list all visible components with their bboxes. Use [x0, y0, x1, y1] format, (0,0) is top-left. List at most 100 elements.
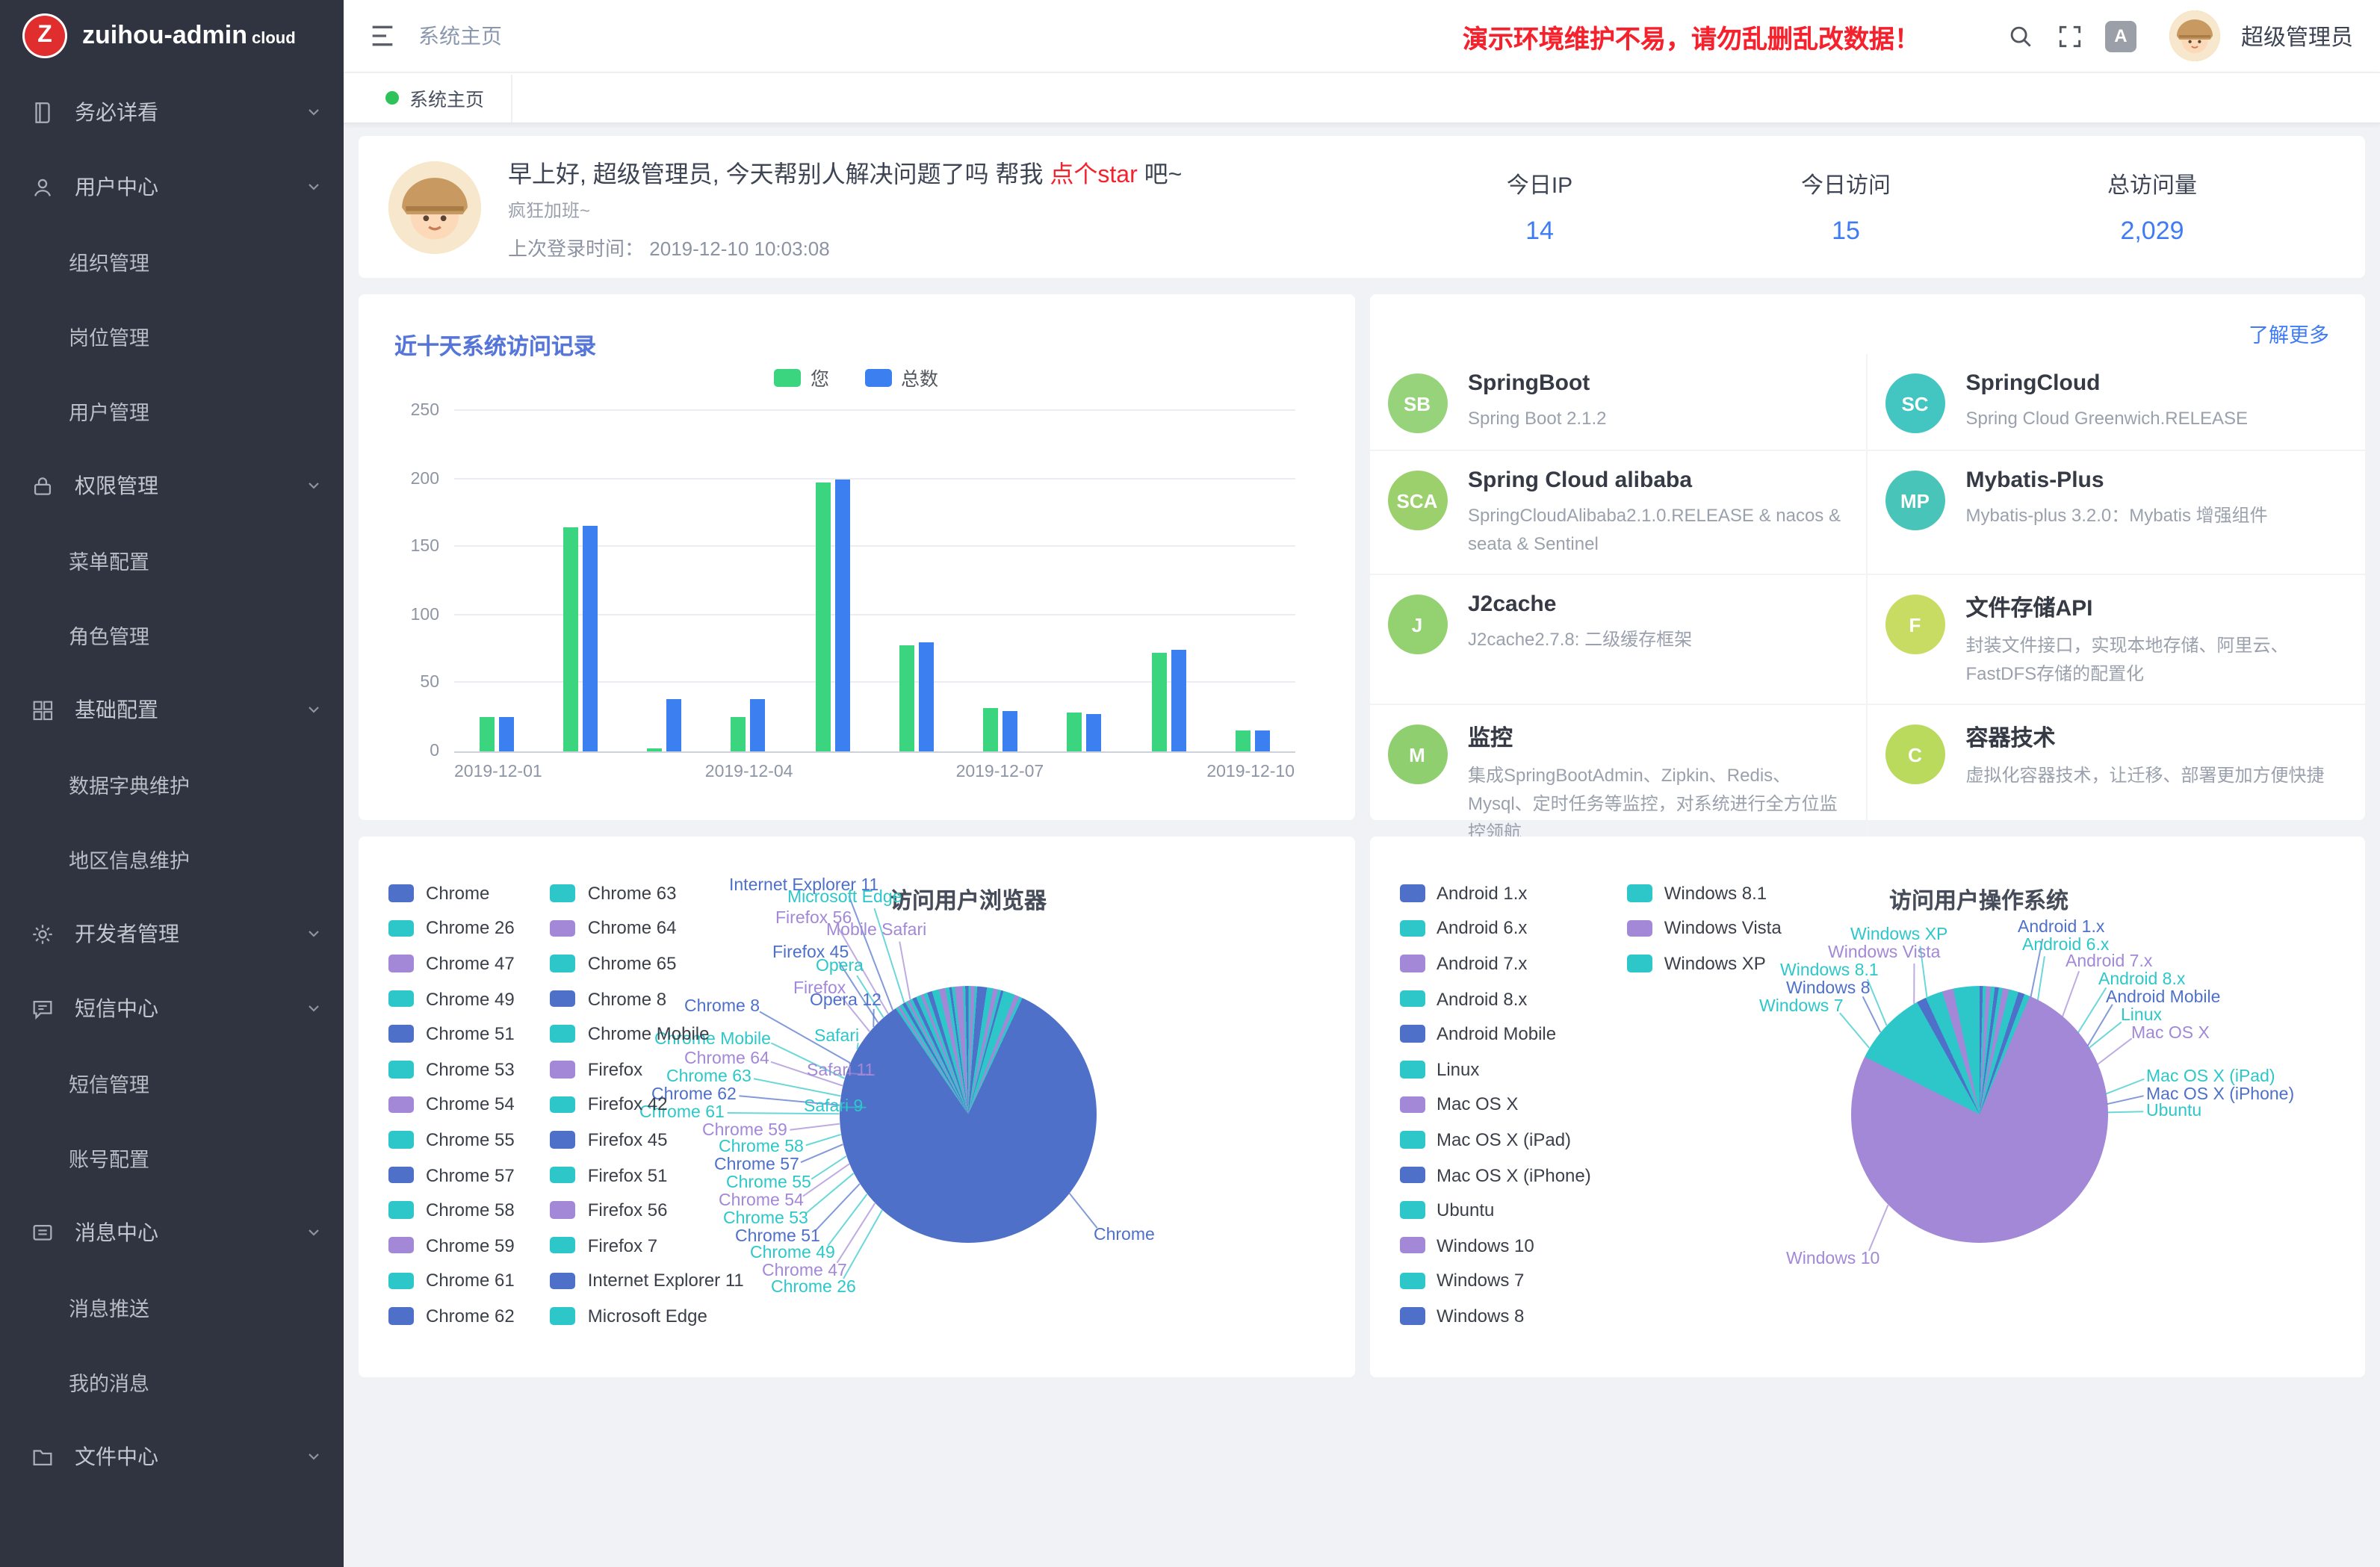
legend-item[interactable]: Chrome 58 [388, 1193, 515, 1228]
legend-item[interactable]: Chrome 65 [551, 946, 744, 981]
legend-chip [551, 919, 576, 937]
legend-item[interactable]: Windows Vista [1627, 910, 1782, 946]
tech-item[interactable]: MP Mybatis-Plus Mybatis-plus 3.2.0：Mybat… [1868, 450, 2366, 574]
tech-item[interactable]: SC SpringCloud Spring Cloud Greenwich.RE… [1868, 354, 2366, 450]
sidebar-item[interactable]: 用户管理 [0, 373, 344, 448]
sidebar-item[interactable]: 短信中心 [0, 971, 344, 1046]
legend-item[interactable]: Chrome 55 [388, 1122, 515, 1157]
legend-chip [388, 1307, 414, 1324]
legend-item[interactable]: Windows 10 [1399, 1228, 1591, 1263]
sidebar-item[interactable]: 务必详看 [0, 75, 344, 149]
tech-badge: J [1387, 595, 1447, 654]
legend-item[interactable]: Chrome 61 [388, 1263, 515, 1298]
sidebar-item[interactable]: 组织管理 [0, 224, 344, 299]
tech-item[interactable]: J J2cache J2cache2.7.8: 二级缓存框架 [1369, 574, 1868, 704]
sidebar-item[interactable]: 短信管理 [0, 1046, 344, 1120]
legend-item[interactable]: Chrome 62 [388, 1298, 515, 1333]
legend-item[interactable]: Chrome 8 [551, 981, 744, 1017]
legend-item[interactable]: 总数 [865, 363, 938, 391]
font-size-icon[interactable]: A [2105, 20, 2136, 52]
legend-item[interactable]: Chrome 59 [388, 1228, 515, 1263]
bar-group [1127, 411, 1211, 751]
legend-item[interactable]: Chrome 49 [388, 981, 515, 1017]
tech-item[interactable]: SB SpringBoot Spring Boot 2.1.2 [1369, 354, 1868, 450]
user-avatar[interactable] [2169, 10, 2220, 61]
user-name[interactable]: 超级管理员 [2241, 20, 2353, 52]
legend-item[interactable]: Mac OS X [1399, 1087, 1591, 1122]
legend-item[interactable]: Chrome 26 [388, 910, 515, 946]
legend-item[interactable]: Firefox 51 [551, 1158, 744, 1193]
legend-item[interactable]: Linux [1399, 1052, 1591, 1087]
sidebar-item[interactable]: 消息中心 [0, 1195, 344, 1270]
legend-item[interactable]: Firefox 7 [551, 1228, 744, 1263]
sidebar-item[interactable]: 角色管理 [0, 598, 344, 672]
legend-item[interactable]: Mac OS X (iPhone) [1399, 1158, 1591, 1193]
sidebar-item[interactable]: 岗位管理 [0, 299, 344, 373]
tech-item[interactable]: SCA Spring Cloud alibaba SpringCloudAlib… [1369, 450, 1868, 574]
legend-item[interactable]: Android 8.x [1399, 981, 1591, 1017]
sidebar-item-label: 账号配置 [69, 1143, 323, 1173]
sidebar-item[interactable]: 用户中心 [0, 149, 344, 224]
sidebar-item[interactable]: 我的消息 [0, 1344, 344, 1419]
legend-item[interactable]: Firefox 56 [551, 1193, 744, 1228]
legend-item[interactable]: Android 1.x [1399, 875, 1591, 910]
sidebar-item[interactable]: 开发者管理 [0, 896, 344, 971]
legend-item[interactable]: Firefox 45 [551, 1122, 744, 1157]
sidebar-item[interactable]: 地区信息维护 [0, 822, 344, 896]
chevron-down-icon [305, 999, 323, 1017]
legend-item[interactable]: Android 6.x [1399, 910, 1591, 946]
legend-item[interactable]: Chrome 64 [551, 910, 744, 946]
stats-row: 今日IP 14 今日访问 15 总访问量 2,029 [1386, 168, 2305, 246]
pie-label: Android 1.x [2018, 919, 2104, 937]
legend-item[interactable]: 您 [775, 363, 829, 391]
stat-value: 14 [1386, 216, 1693, 246]
sidebar-item[interactable]: 基础配置 [0, 672, 344, 747]
legend-item[interactable]: Chrome [388, 875, 515, 910]
legend-item[interactable]: Chrome 51 [388, 1017, 515, 1052]
sidebar-item[interactable]: 菜单配置 [0, 523, 344, 598]
legend-item[interactable]: Chrome 53 [388, 1052, 515, 1087]
sidebar-item[interactable]: 权限管理 [0, 448, 344, 523]
sidebar-item[interactable]: 文件中心 [0, 1419, 344, 1494]
x-tick-label [624, 763, 705, 781]
tech-badge: SC [1885, 373, 1945, 433]
learn-more-link[interactable]: 了解更多 [2249, 318, 2329, 348]
legend-item[interactable]: Windows 8 [1399, 1298, 1591, 1333]
collapse-sidebar-icon[interactable] [368, 21, 397, 51]
menu-icon [30, 99, 55, 125]
legend-item[interactable]: Chrome Mobile [551, 1017, 744, 1052]
menu-icon [30, 921, 55, 946]
legend-item[interactable]: Chrome 63 [551, 875, 744, 910]
bar-您 [479, 717, 494, 751]
legend-item[interactable]: Ubuntu [1399, 1193, 1591, 1228]
legend-item[interactable]: Android Mobile [1399, 1017, 1591, 1052]
legend-item[interactable]: Firefox 42 [551, 1087, 744, 1122]
legend-item[interactable]: Android 7.x [1399, 946, 1591, 981]
legend-chip [388, 884, 414, 902]
fullscreen-icon[interactable] [2056, 22, 2084, 50]
legend-item[interactable]: Windows XP [1627, 946, 1782, 981]
app-logo[interactable]: Z zuihou-admincloud [0, 0, 344, 72]
legend-item[interactable]: Microsoft Edge [551, 1298, 744, 1333]
legend-item[interactable]: Chrome 57 [388, 1158, 515, 1193]
legend-item[interactable]: Internet Explorer 11 [551, 1263, 744, 1298]
search-icon[interactable] [2006, 22, 2035, 50]
sidebar-item[interactable]: 消息推送 [0, 1270, 344, 1344]
legend-item[interactable]: Firefox [551, 1052, 744, 1087]
legend-item[interactable]: Mac OS X (iPad) [1399, 1122, 1591, 1157]
sidebar-item[interactable]: 数据字典维护 [0, 747, 344, 822]
tab-home[interactable]: 系统主页 [359, 74, 512, 122]
sidebar-item-label: 消息推送 [69, 1292, 323, 1322]
legend-item[interactable]: Chrome 47 [388, 946, 515, 981]
sidebar-item[interactable]: 账号配置 [0, 1120, 344, 1195]
breadcrumb[interactable]: 系统主页 [418, 21, 502, 51]
star-link[interactable]: 点个star [1050, 162, 1137, 187]
legend-chip [865, 368, 892, 386]
pie-title: 访问用户操作系统 [1889, 884, 2068, 916]
legend-item[interactable]: Chrome 54 [388, 1087, 515, 1122]
tech-item[interactable]: F 文件存储API 封装文件接口，实现本地存储、阿里云、FastDFS存储的配置… [1868, 574, 2366, 704]
bar-总数 [498, 717, 513, 751]
legend-item[interactable]: Windows 8.1 [1627, 875, 1782, 910]
tech-stack-card: 了解更多 SB SpringBoot Spring Boot 2.1.2 [1369, 294, 2365, 820]
legend-item[interactable]: Windows 7 [1399, 1263, 1591, 1298]
